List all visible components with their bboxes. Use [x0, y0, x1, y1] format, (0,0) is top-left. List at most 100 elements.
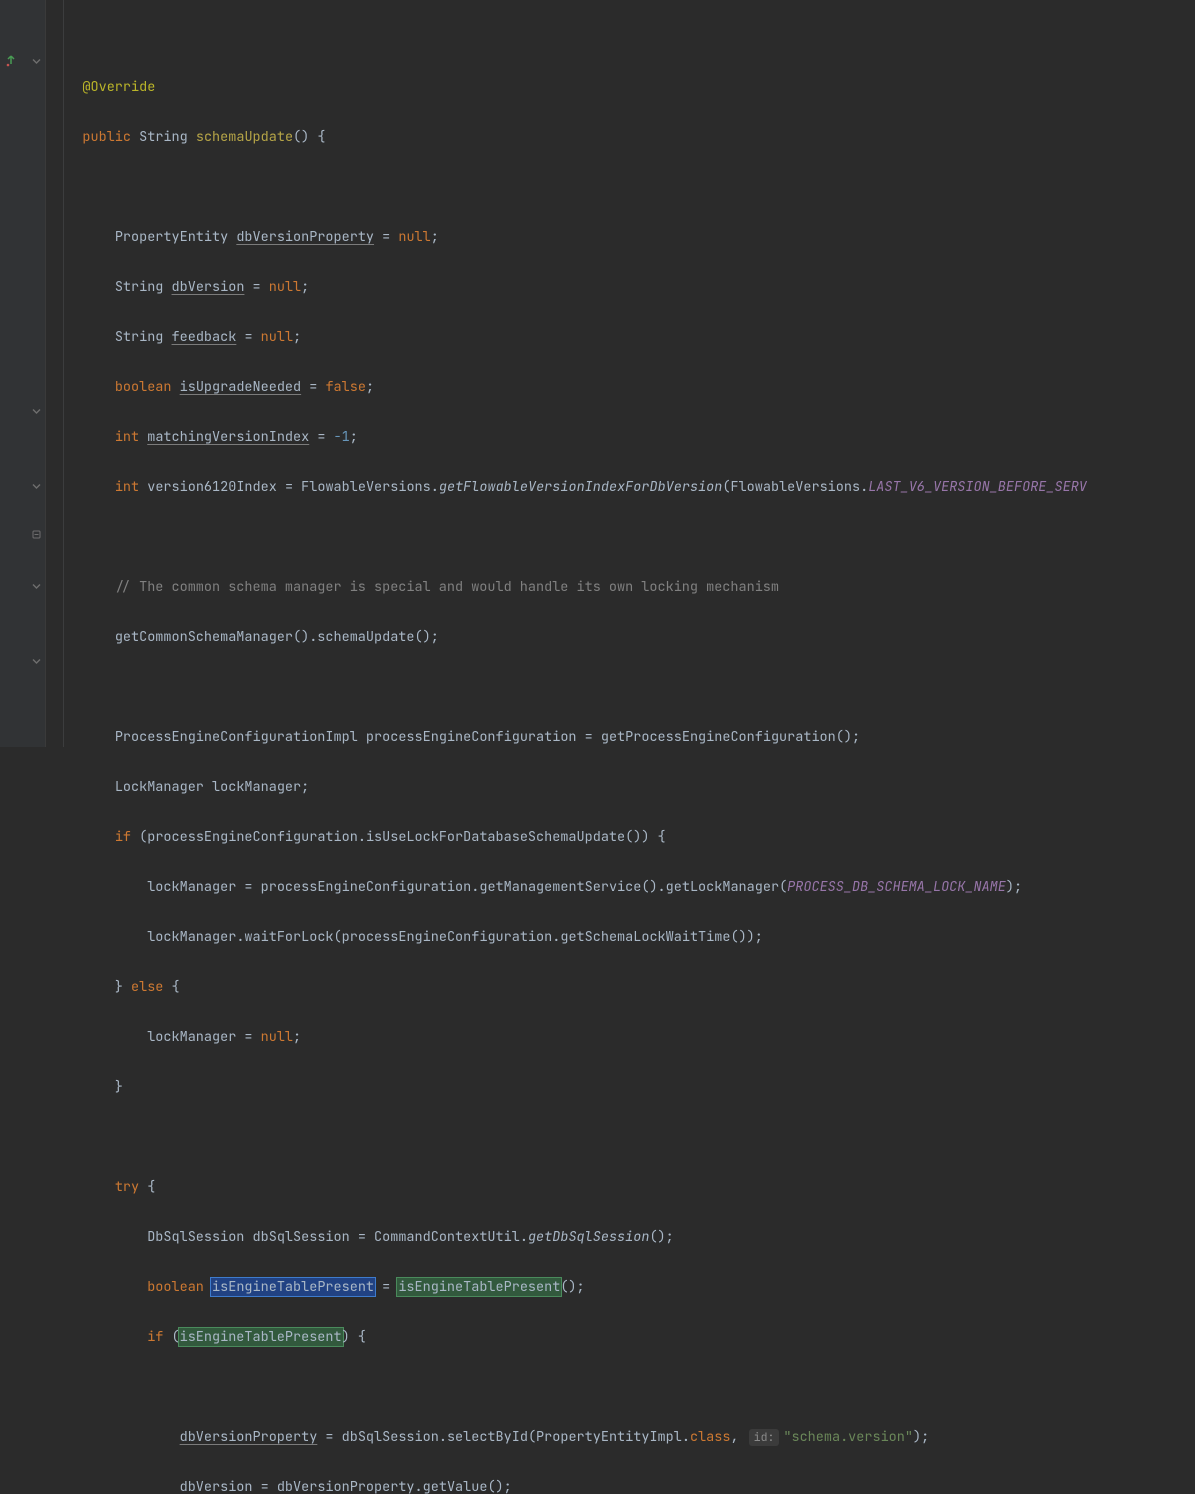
code-line[interactable]: boolean isUpgradeNeeded = false; — [50, 375, 1195, 400]
code-line[interactable] — [50, 1375, 1195, 1400]
code-line[interactable] — [50, 25, 1195, 50]
local-var: dbSqlSession — [253, 1228, 350, 1246]
code-line[interactable] — [50, 1125, 1195, 1150]
type: ProcessEngineConfigurationImpl — [115, 728, 358, 746]
var-ref: dbVersionProperty — [277, 1478, 415, 1494]
gutter-edge — [45, 0, 46, 747]
keyword: boolean — [115, 378, 172, 396]
code-line[interactable] — [50, 675, 1195, 700]
method-call: selectById — [447, 1428, 528, 1446]
keyword: int — [115, 428, 139, 446]
local-var: isUpgradeNeeded — [180, 378, 302, 396]
code-line[interactable]: lockManager = processEngineConfiguration… — [50, 875, 1195, 900]
code-line[interactable]: lockManager = null; — [50, 1025, 1195, 1050]
keyword-null: null — [398, 228, 430, 246]
fold-marker[interactable] — [30, 580, 42, 592]
var-ref: lockManager — [147, 1028, 236, 1046]
var-ref: lockManager — [147, 928, 236, 946]
code-editor[interactable]: @Override public String schemaUpdate() {… — [50, 0, 1195, 1494]
var-ref: dbVersion — [180, 1478, 253, 1494]
selected-identifier: isEngineTablePresent — [210, 1277, 376, 1297]
method-call: getValue — [423, 1478, 488, 1494]
var-ref: processEngineConfiguration — [147, 828, 358, 846]
local-var: version6120Index — [147, 478, 277, 496]
code-line[interactable]: } — [50, 1075, 1195, 1100]
local-var: feedback — [172, 328, 237, 346]
fold-marker[interactable] — [30, 405, 42, 417]
var-ref: dbSqlSession — [342, 1428, 439, 1446]
code-line[interactable]: if (isEngineTablePresent) { — [50, 1325, 1195, 1350]
fold-marker[interactable] — [30, 480, 42, 492]
vcs-change-marker[interactable] — [2, 52, 20, 70]
local-var: lockManager — [212, 778, 301, 796]
code-line[interactable]: dbVersionProperty = dbSqlSession.selectB… — [50, 1425, 1195, 1450]
code-line[interactable]: if (processEngineConfiguration.isUseLock… — [50, 825, 1195, 850]
code-line[interactable]: PropertyEntity dbVersionProperty = null; — [50, 225, 1195, 250]
var-ref: dbVersionProperty — [180, 1428, 318, 1446]
static-method: getDbSqlSession — [528, 1228, 650, 1246]
code-line[interactable]: @Override — [50, 75, 1195, 100]
type: LockManager — [115, 778, 204, 796]
code-line[interactable]: int version6120Index = FlowableVersions.… — [50, 475, 1195, 500]
keyword: boolean — [147, 1278, 204, 1296]
code-line[interactable]: // The common schema manager is special … — [50, 575, 1195, 600]
method-call: isUseLockForDatabaseSchemaUpdate — [366, 828, 625, 846]
fold-marker[interactable] — [30, 528, 42, 540]
highlighted-identifier: isEngineTablePresent — [396, 1277, 562, 1297]
local-var: processEngineConfiguration — [366, 728, 577, 746]
code-line[interactable]: DbSqlSession dbSqlSession = CommandConte… — [50, 1225, 1195, 1250]
method-call: getProcessEngineConfiguration — [601, 728, 836, 746]
keyword-null: null — [261, 1028, 293, 1046]
string-literal: "schema.version" — [783, 1428, 913, 1446]
keyword-else: else — [131, 978, 163, 996]
var-ref: processEngineConfiguration — [342, 928, 553, 946]
code-line[interactable] — [50, 175, 1195, 200]
static-method: getFlowableVersionIndexForDbVersion — [439, 478, 723, 496]
static-field: LAST_V6_VERSION_BEFORE_SERV — [868, 478, 1087, 496]
method-call: getLockManager — [666, 878, 779, 896]
code-line[interactable]: int matchingVersionIndex = -1; — [50, 425, 1195, 450]
gutter — [0, 0, 45, 747]
highlighted-identifier: isEngineTablePresent — [178, 1327, 344, 1347]
keyword-if: if — [147, 1328, 163, 1346]
local-var: matchingVersionIndex — [147, 428, 309, 446]
method-call: waitForLock — [244, 928, 333, 946]
code-line[interactable]: dbVersion = dbVersionProperty.getValue()… — [50, 1475, 1195, 1494]
var-ref: processEngineConfiguration — [261, 878, 472, 896]
code-line[interactable]: boolean isEngineTablePresent = isEngineT… — [50, 1275, 1195, 1300]
keyword-if: if — [115, 828, 131, 846]
keyword-try: try — [115, 1178, 139, 1196]
class-ref: CommandContextUtil — [374, 1228, 520, 1246]
type: PropertyEntity — [115, 228, 228, 246]
code-line[interactable]: String feedback = null; — [50, 325, 1195, 350]
parameter-hint: id: — [749, 1429, 780, 1446]
method-call: getManagementService — [479, 878, 641, 896]
keyword: public — [82, 128, 131, 146]
code-line[interactable]: } else { — [50, 975, 1195, 1000]
annotation: @Override — [82, 78, 155, 96]
comment: // The common schema manager is special … — [115, 578, 779, 596]
keyword: int — [115, 478, 139, 496]
code-line[interactable]: lockManager.waitForLock(processEngineCon… — [50, 925, 1195, 950]
code-line[interactable] — [50, 525, 1195, 550]
type: String — [115, 328, 164, 346]
code-text: getCommonSchemaManager().schemaUpdate(); — [115, 628, 439, 646]
keyword-class: class — [690, 1428, 731, 1446]
var-ref: lockManager — [147, 878, 236, 896]
code-line[interactable]: public String schemaUpdate() { — [50, 125, 1195, 150]
keyword-null: null — [261, 328, 293, 346]
code-line[interactable]: ProcessEngineConfigurationImpl processEn… — [50, 725, 1195, 750]
code-line[interactable]: String dbVersion = null; — [50, 275, 1195, 300]
fold-marker[interactable] — [30, 55, 42, 67]
local-var: dbVersionProperty — [236, 228, 374, 246]
code-line[interactable]: LockManager lockManager; — [50, 775, 1195, 800]
class-ref: FlowableVersions — [301, 478, 431, 496]
class-ref: PropertyEntityImpl — [536, 1428, 682, 1446]
type: DbSqlSession — [147, 1228, 244, 1246]
code-line[interactable]: getCommonSchemaManager().schemaUpdate(); — [50, 625, 1195, 650]
code-line[interactable]: try { — [50, 1175, 1195, 1200]
fold-marker[interactable] — [30, 655, 42, 667]
type: String — [115, 278, 164, 296]
local-var: dbVersion — [172, 278, 245, 296]
method-call: getSchemaLockWaitTime — [560, 928, 730, 946]
